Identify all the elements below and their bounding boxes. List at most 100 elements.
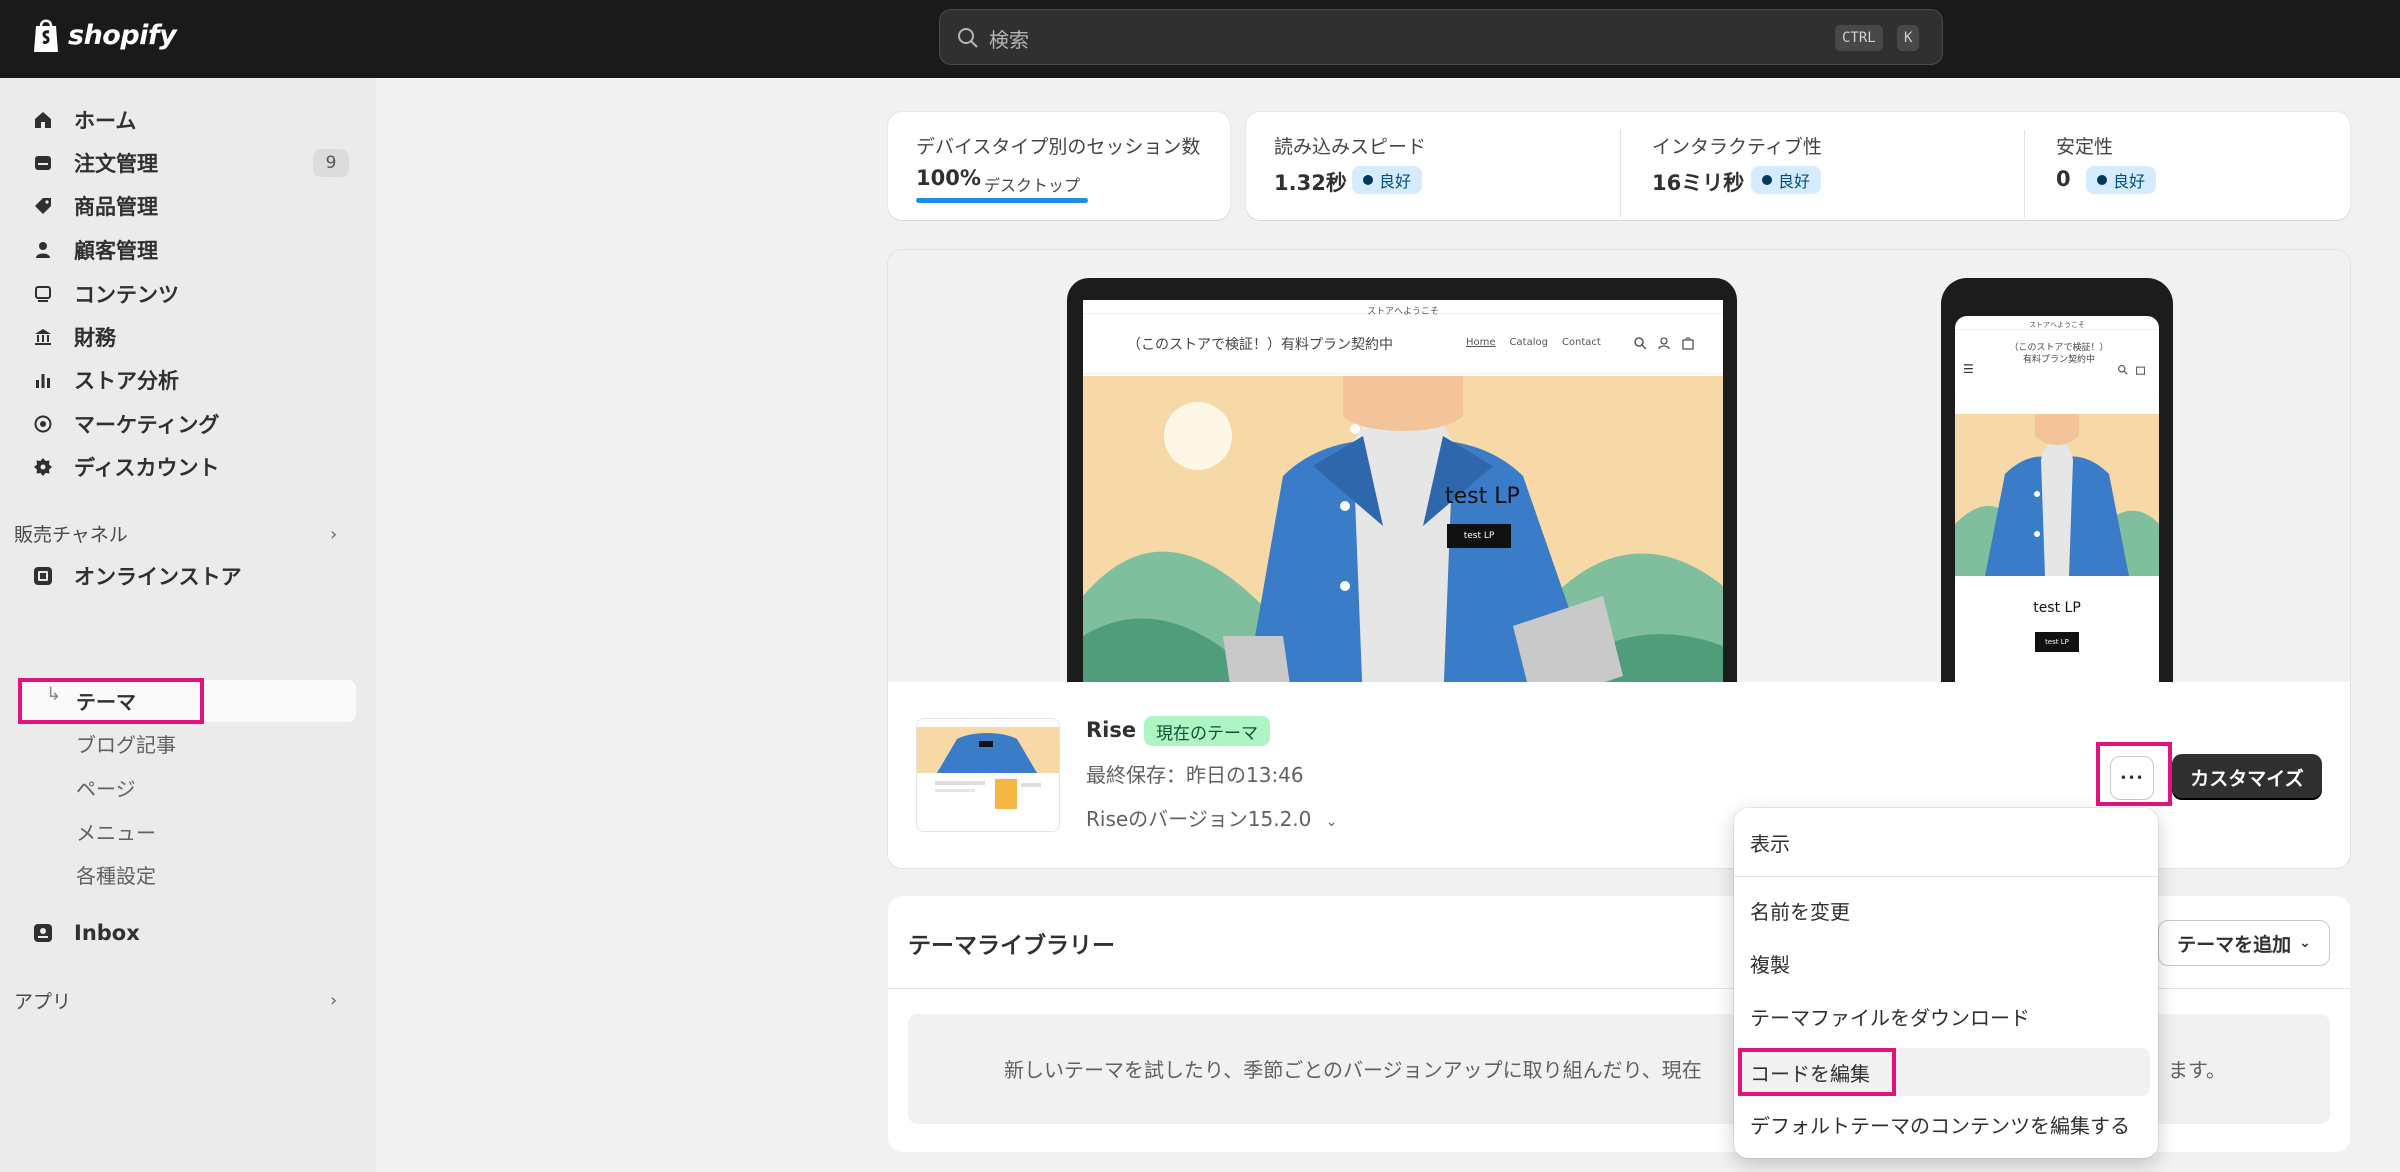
sidebar-item-label: マーケティング: [74, 413, 220, 437]
hero-title: test LP: [1445, 484, 1520, 509]
store-header: （このストアで検証！）有料プラン契約中 Home Catalog Contact: [1083, 314, 1723, 374]
sidebar-item-analytics[interactable]: ストア分析: [30, 361, 179, 399]
interactivity-label: インタラクティブ性: [1652, 136, 1822, 158]
inbox-icon: [30, 920, 56, 946]
sidebar-item-pages[interactable]: ページ: [76, 773, 136, 802]
orders-count-badge: 9: [313, 149, 349, 177]
theme-preview[interactable]: ストアへようこそ （このストアで検証！）有料プラン契約中 Home Catalo…: [888, 250, 2350, 682]
hero-button: test LP: [1447, 524, 1511, 548]
sidebar-item-menus[interactable]: メニュー: [76, 817, 156, 846]
sidebar-item-blog[interactable]: ブログ記事: [76, 729, 176, 758]
mobile-hero-button: test LP: [2035, 632, 2079, 652]
mobile-search-icon: [2117, 364, 2128, 375]
store-nav: Home Catalog Contact: [1466, 337, 1601, 348]
sidebar-item-discounts[interactable]: ディスカウント: [30, 448, 220, 486]
search-placeholder: 検索: [989, 28, 1029, 52]
speed-label: 読み込みスピード: [1274, 136, 1427, 158]
theme-library-description-end: ます。: [2168, 1058, 2226, 1082]
sidebar-item-home[interactable]: ホーム: [30, 101, 136, 139]
store-search-icon: [1634, 337, 1647, 350]
theme-version-label: Riseのバージョン15.2.0: [1086, 807, 1312, 831]
mobile-store-name: （このストアで検証！）有料プラン契約中: [2009, 343, 2109, 365]
current-theme-badge: 現在のテーマ: [1144, 716, 1270, 746]
sidebar: ホーム 注文管理 9 商品管理 顧客管理 コンテンツ 財務 ストア分析 マーケテ…: [0, 78, 376, 1172]
menu-item-edit-default-content[interactable]: デフォルトテーマのコンテンツを編集する: [1750, 1110, 2130, 1139]
sidebar-item-label: ストア分析: [74, 369, 179, 393]
sidebar-item-label: 財務: [74, 326, 116, 350]
person-icon: [30, 237, 56, 263]
chevron-right-icon[interactable]: ›: [330, 524, 337, 545]
mobile-preview: ストアへようこそ ☰ （このストアで検証！）有料プラン契約中 test LP t…: [1941, 278, 2173, 682]
theme-name: Rise: [1086, 718, 1137, 742]
shortcut-k-key: K: [1897, 25, 1920, 51]
hero-illustration: [1083, 376, 1723, 682]
theme-version-dropdown[interactable]: Riseのバージョン15.2.0 ⌄: [1086, 803, 1338, 832]
theme-actions-menu: 表示 名前を変更 複製 テーマファイルをダウンロード コードを編集 デフォルトテ…: [1734, 808, 2158, 1158]
store-cart-icon: [1682, 337, 1694, 350]
mobile-preview-screen: ストアへようこそ ☰ （このストアで検証！）有料プラン契約中 test LP t…: [1955, 316, 2159, 682]
chevron-down-icon: ⌄: [2299, 935, 2311, 951]
sessions-device: デスクトップ: [984, 176, 1081, 195]
content-icon: [30, 281, 56, 307]
sessions-progress-bar: [916, 198, 1088, 203]
interactivity-status-badge: 良好: [1751, 166, 1822, 194]
stability-value: 0: [2056, 167, 2071, 191]
tag-icon: [30, 193, 56, 219]
sidebar-item-label: ディスカウント: [74, 456, 220, 480]
speed-value: 1.32秒: [1274, 171, 1347, 195]
speed-status-badge: 良好: [1352, 166, 1423, 194]
sidebar-item-customers[interactable]: 顧客管理: [30, 231, 158, 269]
sidebar-item-inbox[interactable]: Inbox: [30, 914, 140, 952]
store-account-icon: [1658, 337, 1670, 350]
theme-last-saved: 最終保存：昨日の13:46: [1086, 763, 1304, 787]
desktop-preview-screen: ストアへようこそ （このストアで検証！）有料プラン契約中 Home Catalo…: [1083, 300, 1723, 682]
sidebar-item-content[interactable]: コンテンツ: [30, 275, 179, 313]
sessions-label: デバイスタイプ別のセッション数: [916, 136, 1201, 158]
sidebar-item-finance[interactable]: 財務: [30, 318, 116, 356]
target-icon: [30, 411, 56, 437]
sidebar-item-online-store[interactable]: オンラインストア: [30, 557, 242, 595]
sidebar-item-marketing[interactable]: マーケティング: [30, 405, 219, 443]
sessions-value: 100%: [916, 166, 981, 190]
add-theme-button[interactable]: テーマを追加 ⌄: [2158, 920, 2330, 966]
sidebar-item-label: Inbox: [74, 921, 140, 945]
sidebar-item-products[interactable]: 商品管理: [30, 187, 158, 225]
mobile-cart-icon: [2136, 366, 2145, 375]
bank-icon: [30, 324, 56, 350]
menu-item-rename[interactable]: 名前を変更: [1750, 896, 1850, 925]
hamburger-icon: ☰: [1963, 362, 1974, 376]
shopify-logo[interactable]: shopify: [30, 16, 177, 54]
orders-icon: [30, 150, 56, 176]
search-bar[interactable]: 検索 CTRL K: [939, 9, 1943, 65]
chevron-right-icon[interactable]: ›: [330, 990, 337, 1011]
customize-button[interactable]: カスタマイズ: [2172, 754, 2322, 800]
store-icon: [30, 563, 56, 589]
sidebar-item-label: 注文管理: [74, 152, 158, 176]
theme-thumbnail[interactable]: [916, 718, 1060, 832]
sales-channels-title: 販売チャネル: [14, 524, 128, 546]
menu-item-download-theme-file[interactable]: テーマファイルをダウンロード: [1750, 1002, 2030, 1031]
hero-image: test LP test LP: [1083, 376, 1723, 682]
sidebar-item-label: 顧客管理: [74, 239, 158, 263]
mobile-hero-image: [1955, 414, 2159, 576]
highlight-box-edit-code: [1738, 1048, 1896, 1096]
store-nav-home: Home: [1466, 337, 1496, 348]
sidebar-item-settings[interactable]: 各種設定: [76, 860, 156, 889]
mobile-announcement-bar: ストアへようこそ: [1955, 316, 2159, 330]
desktop-preview: ストアへようこそ （このストアで検証！）有料プラン契約中 Home Catalo…: [1067, 278, 1737, 682]
theme-library-title: テーマライブラリー: [908, 933, 1115, 959]
store-nav-contact: Contact: [1561, 337, 1601, 348]
brand-name: shopify: [68, 19, 177, 51]
shopify-bag-icon: [34, 19, 58, 52]
sidebar-item-label: ホーム: [74, 109, 137, 133]
performance-card: 読み込みスピード 1.32秒 良好 インタラクティブ性 16ミリ秒 良好 安定性…: [1246, 112, 2350, 220]
menu-item-duplicate[interactable]: 複製: [1750, 949, 1790, 978]
mobile-store-header: ☰ （このストアで検証！）有料プラン契約中: [1955, 330, 2159, 414]
menu-item-view[interactable]: 表示: [1750, 828, 1790, 857]
store-name: （このストアで検証！）有料プラン契約中: [1127, 337, 1393, 353]
interactivity-value: 16ミリ秒: [1652, 171, 1745, 195]
top-bar: shopify 検索 CTRL K: [0, 0, 2400, 78]
sidebar-item-orders[interactable]: 注文管理: [30, 144, 158, 182]
highlight-box-theme: [18, 678, 204, 724]
sidebar-item-label: 商品管理: [74, 195, 158, 219]
